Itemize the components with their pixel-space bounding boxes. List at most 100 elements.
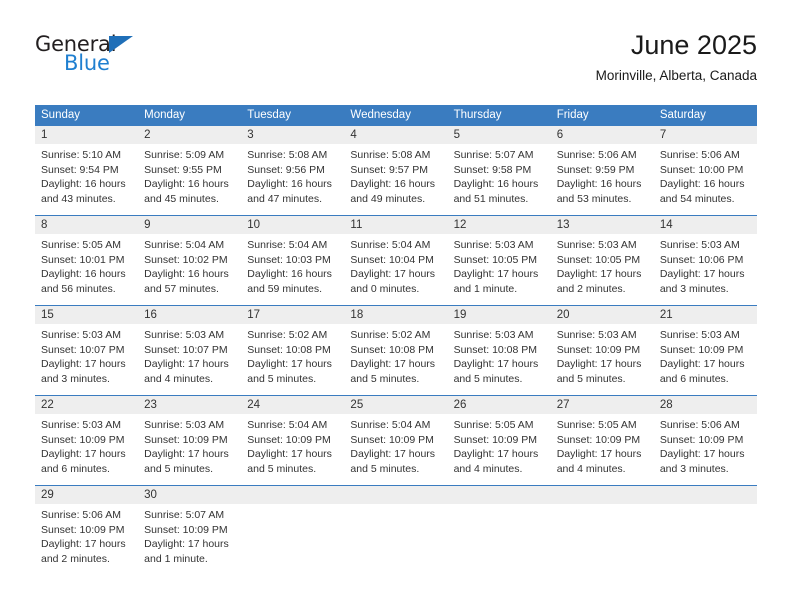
day-number[interactable]: 14 bbox=[654, 216, 757, 234]
day-cell[interactable]: Sunrise: 5:09 AM Sunset: 9:55 PM Dayligh… bbox=[138, 144, 241, 215]
day-number[interactable]: 21 bbox=[654, 306, 757, 324]
day-cell[interactable]: Sunrise: 5:04 AM Sunset: 10:02 PM Daylig… bbox=[138, 234, 241, 305]
daylight-text-line2: and 43 minutes. bbox=[41, 192, 116, 205]
day-cell[interactable]: Sunrise: 5:06 AM Sunset: 9:59 PM Dayligh… bbox=[551, 144, 654, 215]
day-number[interactable]: 28 bbox=[654, 396, 757, 414]
day-cell[interactable]: Sunrise: 5:04 AM Sunset: 10:03 PM Daylig… bbox=[241, 234, 344, 305]
weekday-header-thursday: Thursday bbox=[453, 109, 502, 121]
day-number[interactable]: 22 bbox=[35, 396, 138, 414]
daylight-text-line2: and 5 minutes. bbox=[247, 462, 317, 475]
sunset-text: Sunset: 10:09 PM bbox=[350, 433, 434, 446]
day-info-row: Sunrise: 5:05 AM Sunset: 10:01 PM Daylig… bbox=[35, 234, 757, 305]
day-cell[interactable]: Sunrise: 5:02 AM Sunset: 10:08 PM Daylig… bbox=[241, 324, 344, 395]
sunset-text: Sunset: 10:00 PM bbox=[659, 163, 744, 176]
day-cell[interactable]: Sunrise: 5:03 AM Sunset: 10:07 PM Daylig… bbox=[35, 324, 138, 395]
day-cell[interactable]: Sunrise: 5:04 AM Sunset: 10:04 PM Daylig… bbox=[344, 234, 447, 305]
day-cell[interactable]: Sunrise: 5:10 AM Sunset: 9:54 PM Dayligh… bbox=[35, 144, 138, 215]
day-number[interactable]: 24 bbox=[241, 396, 344, 414]
daylight-text-line2: and 3 minutes. bbox=[659, 282, 729, 295]
day-number[interactable]: 16 bbox=[138, 306, 241, 324]
day-cell[interactable]: Sunrise: 5:07 AM Sunset: 10:09 PM Daylig… bbox=[138, 504, 241, 568]
day-cell[interactable]: Sunrise: 5:04 AM Sunset: 10:09 PM Daylig… bbox=[344, 414, 447, 485]
day-cell[interactable]: Sunrise: 5:03 AM Sunset: 10:07 PM Daylig… bbox=[138, 324, 241, 395]
title-block: June 2025 Morinville, Alberta, Canada bbox=[596, 28, 757, 86]
day-cell[interactable]: Sunrise: 5:06 AM Sunset: 10:00 PM Daylig… bbox=[654, 144, 757, 215]
day-cell[interactable]: Sunrise: 5:03 AM Sunset: 10:06 PM Daylig… bbox=[654, 234, 757, 305]
daylight-text-line1: Daylight: 16 hours bbox=[41, 178, 126, 191]
day-number[interactable]: 7 bbox=[654, 126, 757, 144]
daylight-text-line2: and 45 minutes. bbox=[144, 192, 219, 205]
day-number[interactable]: 10 bbox=[241, 216, 344, 234]
page-title: June 2025 bbox=[630, 30, 757, 60]
sunrise-text: Sunrise: 5:05 AM bbox=[41, 239, 121, 251]
day-cell[interactable]: Sunrise: 5:03 AM Sunset: 10:09 PM Daylig… bbox=[35, 414, 138, 485]
day-number[interactable]: 18 bbox=[344, 306, 447, 324]
daylight-text-line2: and 1 minute. bbox=[144, 552, 208, 565]
day-number[interactable]: 27 bbox=[551, 396, 654, 414]
day-number[interactable]: 11 bbox=[344, 216, 447, 234]
day-number[interactable]: 19 bbox=[448, 306, 551, 324]
day-number[interactable]: 26 bbox=[448, 396, 551, 414]
daylight-text-line1: Daylight: 16 hours bbox=[247, 178, 332, 191]
sunset-text: Sunset: 10:09 PM bbox=[659, 343, 744, 356]
day-number[interactable]: 5 bbox=[448, 126, 551, 144]
day-number[interactable]: 25 bbox=[344, 396, 447, 414]
day-number[interactable]: 20 bbox=[551, 306, 654, 324]
day-number[interactable]: 4 bbox=[344, 126, 447, 144]
day-cell[interactable]: Sunrise: 5:08 AM Sunset: 9:56 PM Dayligh… bbox=[241, 144, 344, 215]
day-number[interactable]: 1 bbox=[35, 126, 138, 144]
day-cell[interactable]: Sunrise: 5:07 AM Sunset: 9:58 PM Dayligh… bbox=[448, 144, 551, 215]
day-number[interactable]: 12 bbox=[448, 216, 551, 234]
day-number[interactable]: 9 bbox=[138, 216, 241, 234]
sunset-text: Sunset: 9:56 PM bbox=[247, 163, 325, 176]
sunrise-text: Sunrise: 5:08 AM bbox=[350, 149, 431, 161]
sunrise-text: Sunrise: 5:02 AM bbox=[247, 329, 328, 341]
generalblue-logo[interactable]: General Blue bbox=[35, 32, 215, 90]
day-cell[interactable]: Sunrise: 5:03 AM Sunset: 10:09 PM Daylig… bbox=[551, 324, 654, 395]
sunrise-text: Sunrise: 5:03 AM bbox=[144, 329, 225, 341]
sunset-text: Sunset: 10:09 PM bbox=[556, 343, 641, 356]
daylight-text-line1: Daylight: 17 hours bbox=[556, 268, 642, 281]
day-cell[interactable]: Sunrise: 5:03 AM Sunset: 10:05 PM Daylig… bbox=[448, 234, 551, 305]
day-cell[interactable]: Sunrise: 5:03 AM Sunset: 10:08 PM Daylig… bbox=[448, 324, 551, 395]
day-number[interactable]: 13 bbox=[551, 216, 654, 234]
day-number[interactable]: 8 bbox=[35, 216, 138, 234]
day-cell[interactable]: Sunrise: 5:06 AM Sunset: 10:09 PM Daylig… bbox=[35, 504, 138, 568]
day-number[interactable]: 23 bbox=[138, 396, 241, 414]
sunset-text: Sunset: 10:01 PM bbox=[41, 253, 125, 266]
daylight-text-line1: Daylight: 17 hours bbox=[556, 448, 642, 461]
sunrise-text: Sunrise: 5:03 AM bbox=[659, 329, 740, 341]
daylight-text-line2: and 53 minutes. bbox=[556, 192, 632, 205]
day-cell[interactable]: Sunrise: 5:08 AM Sunset: 9:57 PM Dayligh… bbox=[344, 144, 447, 215]
day-number[interactable]: 29 bbox=[35, 486, 138, 504]
day-cell[interactable]: Sunrise: 5:04 AM Sunset: 10:09 PM Daylig… bbox=[241, 414, 344, 485]
day-cell[interactable]: Sunrise: 5:03 AM Sunset: 10:09 PM Daylig… bbox=[654, 324, 757, 395]
sunrise-text: Sunrise: 5:04 AM bbox=[247, 419, 328, 431]
day-info-row: Sunrise: 5:10 AM Sunset: 9:54 PM Dayligh… bbox=[35, 144, 757, 215]
sunrise-text: Sunrise: 5:06 AM bbox=[659, 419, 740, 431]
day-cell[interactable]: Sunrise: 5:05 AM Sunset: 10:09 PM Daylig… bbox=[551, 414, 654, 485]
sunset-text: Sunset: 10:04 PM bbox=[350, 253, 434, 266]
day-number[interactable]: 30 bbox=[138, 486, 241, 504]
sunset-text: Sunset: 10:09 PM bbox=[453, 433, 538, 446]
sunset-text: Sunset: 10:07 PM bbox=[144, 343, 228, 356]
daylight-text-line2: and 59 minutes. bbox=[247, 282, 322, 295]
day-number[interactable]: 17 bbox=[241, 306, 344, 324]
sunrise-text: Sunrise: 5:04 AM bbox=[350, 239, 431, 251]
daylight-text-line2: and 5 minutes. bbox=[556, 372, 626, 385]
sunset-text: Sunset: 10:08 PM bbox=[350, 343, 434, 356]
day-cell[interactable]: Sunrise: 5:03 AM Sunset: 10:09 PM Daylig… bbox=[138, 414, 241, 485]
daylight-text-line1: Daylight: 17 hours bbox=[350, 448, 436, 461]
day-cell[interactable]: Sunrise: 5:05 AM Sunset: 10:01 PM Daylig… bbox=[35, 234, 138, 305]
sunset-text: Sunset: 9:57 PM bbox=[350, 163, 429, 176]
daylight-text-line2: and 2 minutes. bbox=[41, 552, 110, 565]
day-cell[interactable]: Sunrise: 5:02 AM Sunset: 10:08 PM Daylig… bbox=[344, 324, 447, 395]
day-number[interactable]: 2 bbox=[138, 126, 241, 144]
day-number[interactable]: 15 bbox=[35, 306, 138, 324]
day-number[interactable]: 6 bbox=[551, 126, 654, 144]
day-cell[interactable]: Sunrise: 5:03 AM Sunset: 10:05 PM Daylig… bbox=[551, 234, 654, 305]
day-cell[interactable]: Sunrise: 5:05 AM Sunset: 10:09 PM Daylig… bbox=[448, 414, 551, 485]
sunrise-text: Sunrise: 5:04 AM bbox=[144, 239, 225, 251]
day-number[interactable]: 3 bbox=[241, 126, 344, 144]
day-cell[interactable]: Sunrise: 5:06 AM Sunset: 10:09 PM Daylig… bbox=[654, 414, 757, 485]
